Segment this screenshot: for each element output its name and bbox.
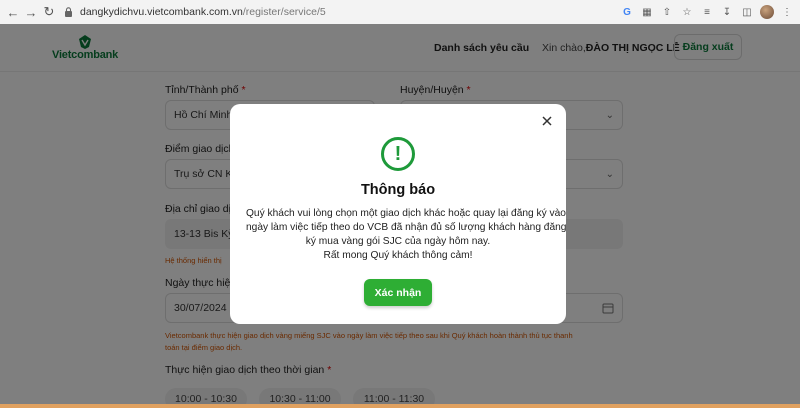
notification-dialog: ! Thông báo Quý khách vui lòng chọn một … bbox=[230, 104, 566, 324]
dialog-title: Thông báo bbox=[360, 182, 436, 198]
profile-avatar[interactable] bbox=[760, 5, 774, 19]
share-icon[interactable]: ⇧ bbox=[660, 5, 674, 19]
dialog-message-line: Rất mong Quý khách thông cảm! bbox=[323, 250, 473, 261]
dialog-message-line: ký mua vàng gói SJC của ngày hôm nay. bbox=[305, 236, 491, 247]
dialog-message: Quý khách vui lòng chọn một giao dịch kh… bbox=[246, 207, 567, 263]
google-icon[interactable]: G bbox=[620, 5, 634, 19]
reload-icon[interactable]: ↻ bbox=[40, 3, 58, 21]
sidebar-icon[interactable]: ◫ bbox=[740, 5, 754, 19]
dialog-message-line: ngày làm việc tiếp theo do VCB đã nhận đ… bbox=[246, 222, 567, 233]
browser-toolbar: ← → ↻ dangkydichvu.vietcombank.com.vn/re… bbox=[0, 0, 800, 24]
download-icon[interactable]: ↧ bbox=[720, 5, 734, 19]
lock-icon bbox=[64, 7, 74, 17]
bookmark-star-icon[interactable]: ☆ bbox=[680, 5, 694, 19]
exclamation-icon: ! bbox=[381, 137, 415, 171]
dialog-message-line: Quý khách vui lòng chọn một giao dịch kh… bbox=[246, 208, 566, 219]
forward-icon[interactable]: → bbox=[22, 3, 40, 21]
translate-icon[interactable]: ▦ bbox=[640, 5, 654, 19]
back-icon[interactable]: ← bbox=[4, 3, 22, 21]
url-host: dangkydichvu.vietcombank.com.vn bbox=[80, 6, 243, 18]
address-bar[interactable]: dangkydichvu.vietcombank.com.vn/register… bbox=[64, 3, 620, 21]
bottom-accent-bar bbox=[0, 404, 800, 408]
close-icon[interactable] bbox=[540, 114, 554, 128]
more-menu-icon[interactable]: ⋮ bbox=[780, 5, 794, 19]
extensions-icon[interactable]: ≡ bbox=[700, 5, 714, 19]
confirm-button[interactable]: Xác nhận bbox=[364, 279, 432, 306]
url-path: /register/service/5 bbox=[242, 6, 326, 18]
